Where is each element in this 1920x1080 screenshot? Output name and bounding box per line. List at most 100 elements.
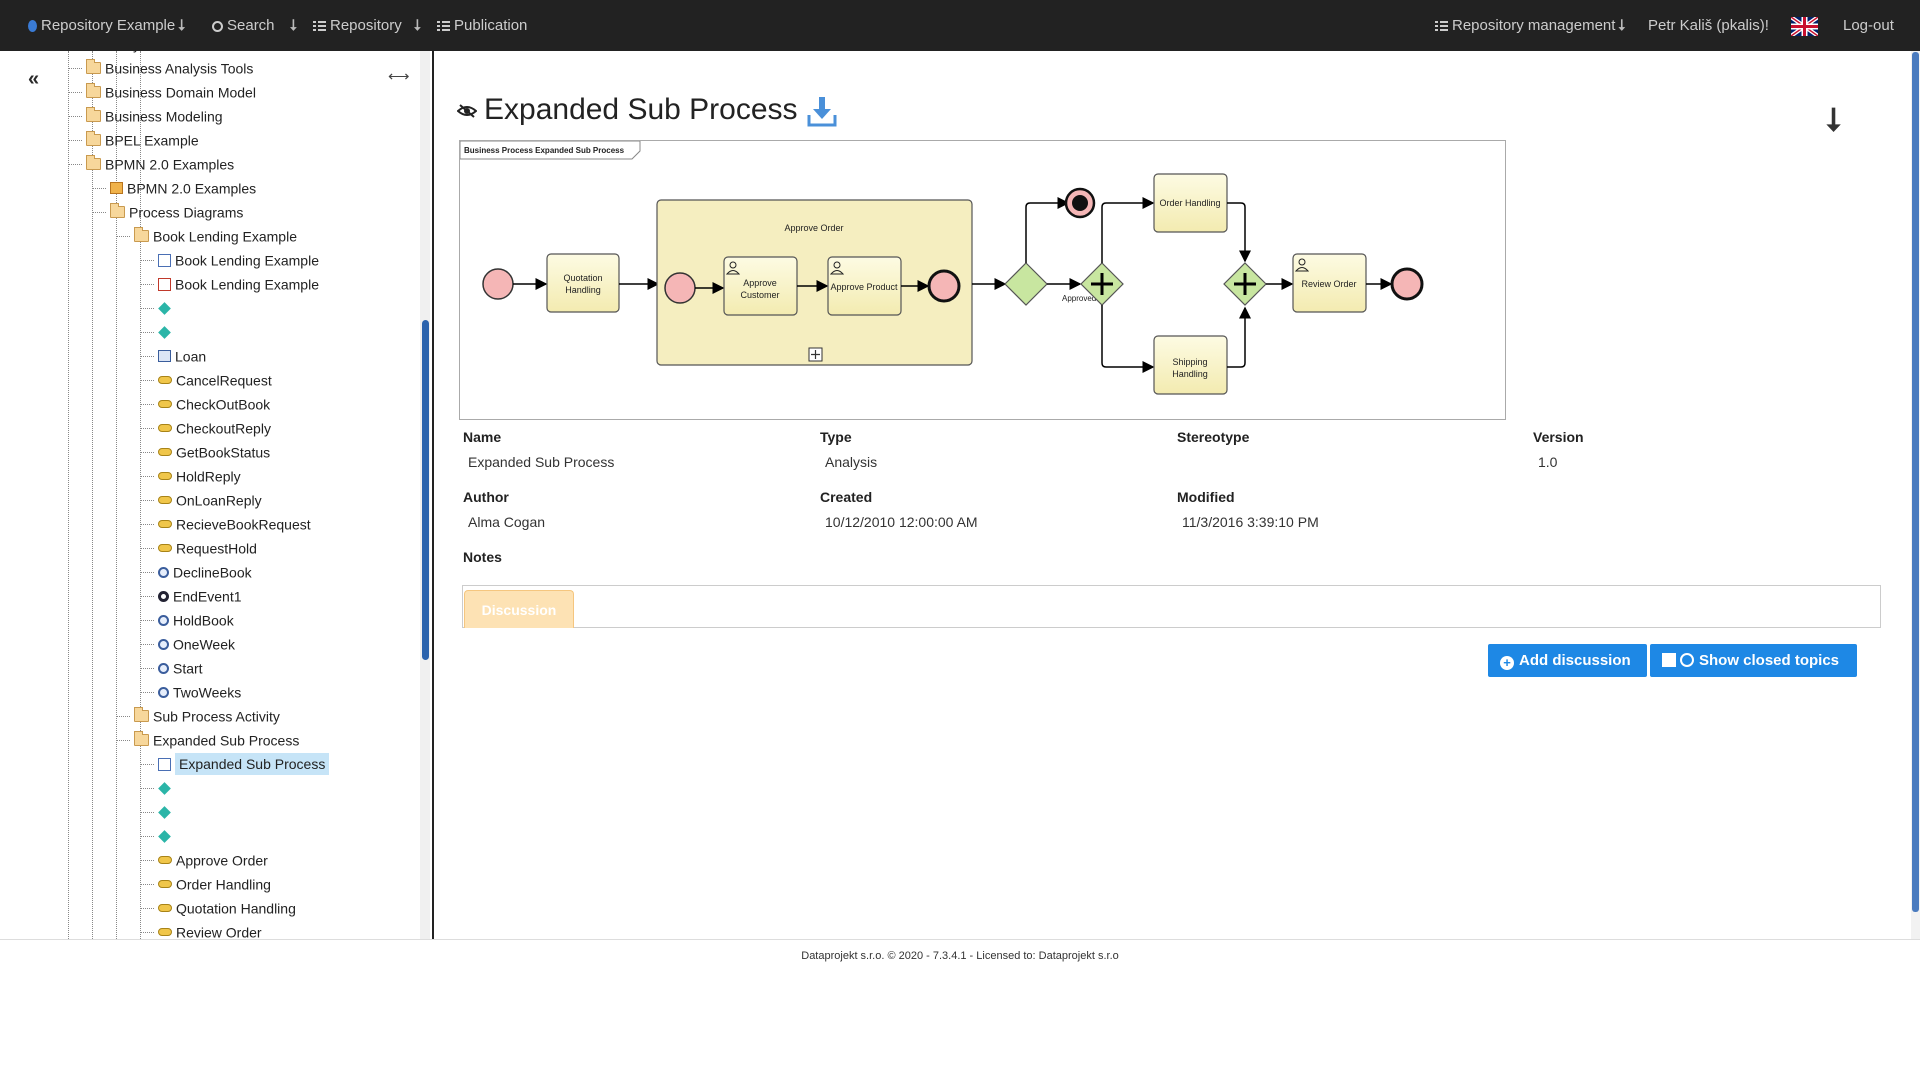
tree-connector xyxy=(116,235,130,237)
type-value: Analysis xyxy=(825,454,878,470)
tree-item[interactable]: Business Domain Model xyxy=(68,79,256,103)
page-scrollbar-thumb[interactable] xyxy=(1912,52,1919,912)
tree-item[interactable]: Process Diagrams xyxy=(92,199,243,223)
list-icon xyxy=(1435,20,1448,32)
tree-item[interactable] xyxy=(140,775,175,799)
tree-item[interactable] xyxy=(140,295,175,319)
tree-item[interactable]: GetBookStatus xyxy=(140,439,270,463)
search-icon xyxy=(212,20,223,32)
tree-item[interactable]: Quotation Handling xyxy=(140,895,296,919)
resize-handle-icon[interactable]: ⟷ xyxy=(388,67,410,85)
author-label: Author xyxy=(463,489,509,505)
tree-scrollbar-thumb[interactable] xyxy=(422,320,429,660)
sub-end-event-shape xyxy=(927,269,961,303)
tree-item[interactable]: Loan xyxy=(140,343,206,367)
folder-icon xyxy=(134,707,149,723)
add-discussion-button[interactable]: + Add discussion xyxy=(1488,644,1647,677)
folder-icon xyxy=(86,107,101,123)
tree-connector xyxy=(140,883,154,885)
down-arrow-icon[interactable]: ⭣ xyxy=(1826,101,1841,139)
publication-menu[interactable]: Publication xyxy=(437,0,527,51)
brand-label: Repository Example xyxy=(41,17,176,34)
tree-item[interactable]: Review Order xyxy=(140,919,262,939)
tree-guide-line xyxy=(68,51,69,939)
tree-item-label: Book Lending Example xyxy=(175,276,319,293)
tree-item[interactable]: OnLoanReply xyxy=(140,487,262,511)
tree-connector xyxy=(140,571,154,573)
folder-icon xyxy=(86,59,101,75)
package-icon xyxy=(110,182,123,195)
tree-item[interactable]: Book Lending Example xyxy=(116,223,297,247)
repository-caret[interactable]: ⭣ xyxy=(411,0,421,51)
logout-link[interactable]: Log-out xyxy=(1843,0,1894,51)
process-diagram[interactable]: Business Process Expanded Sub Process Qu… xyxy=(459,140,1506,420)
caret-icon: ⭣ xyxy=(178,17,186,34)
tree-item[interactable]: RequestHold xyxy=(140,535,257,559)
tree-item[interactable] xyxy=(140,319,175,343)
diamond-icon xyxy=(158,325,171,339)
tree-connector xyxy=(140,331,154,333)
repository-menu[interactable]: Repository xyxy=(313,0,402,51)
search-menu[interactable]: Search xyxy=(212,0,275,51)
show-closed-topics-button[interactable]: Show closed topics xyxy=(1650,644,1857,677)
tree-item[interactable]: CheckOutBook xyxy=(140,391,270,415)
tree-item[interactable]: CancelRequest xyxy=(140,367,272,391)
plus-circle-icon: + xyxy=(1500,656,1514,670)
tree-connector xyxy=(68,115,82,117)
tree-item[interactable]: Business Analysis Tools xyxy=(68,55,253,79)
tree-item[interactable]: Approve Order xyxy=(140,847,268,871)
tree-item[interactable] xyxy=(140,823,175,847)
tree-item[interactable]: OneWeek xyxy=(140,631,235,655)
exclusive-gateway xyxy=(1004,262,1048,306)
message-icon xyxy=(158,400,172,409)
page-title: Expanded Sub Process xyxy=(484,93,798,126)
repo-mgmt-label: Repository management xyxy=(1452,17,1616,34)
diamond-icon xyxy=(158,829,171,843)
tree-item-label: Book Lending Example xyxy=(153,228,297,245)
tree-item[interactable]: BPEL Example xyxy=(68,127,199,151)
tree-item[interactable]: BPMN 2.0 Examples xyxy=(92,175,256,199)
tree-item[interactable]: Book Lending Example xyxy=(140,247,319,271)
tab-discussion[interactable]: Discussion xyxy=(464,590,574,628)
tree-connector xyxy=(116,739,130,741)
tree-item[interactable]: Business Modeling xyxy=(68,103,223,127)
tree-item[interactable]: Book Lending Example xyxy=(140,271,319,295)
diagram-icon xyxy=(158,253,171,267)
repository-management-menu[interactable]: Repository management ⭣ xyxy=(1435,0,1625,51)
tree-item[interactable]: Expanded Sub Process xyxy=(140,751,330,776)
collapse-sidebar-button[interactable]: « xyxy=(28,68,39,91)
stereotype-label: Stereotype xyxy=(1177,429,1250,445)
tree-connector xyxy=(92,211,106,213)
checkbox-icon[interactable] xyxy=(1662,653,1676,667)
uk-flag-icon[interactable] xyxy=(1791,17,1818,36)
tree-connector xyxy=(140,691,154,693)
download-icon[interactable] xyxy=(807,95,837,127)
diamond-icon xyxy=(158,805,171,819)
tree-item[interactable]: BPMN 2.0 Examples xyxy=(68,151,234,175)
tree-item[interactable]: EndEvent1 xyxy=(140,583,242,607)
tree-item[interactable]: HoldReply xyxy=(140,463,241,487)
tree-item[interactable]: TwoWeeks xyxy=(140,679,241,703)
tree-item[interactable]: RecieveBookRequest xyxy=(140,511,311,535)
folder-icon xyxy=(110,203,125,219)
tree-item[interactable] xyxy=(140,799,175,823)
tree-item-label: HoldReply xyxy=(176,468,241,485)
tree-connector xyxy=(92,187,106,189)
drop-icon xyxy=(28,20,37,33)
tree-item[interactable]: HoldBook xyxy=(140,607,234,631)
tree-item[interactable]: Order Handling xyxy=(140,871,271,895)
tree-item-label: RecieveBookRequest xyxy=(176,516,311,533)
hidden-eye-icon[interactable] xyxy=(456,104,478,123)
tree-item[interactable]: DeclineBook xyxy=(140,559,252,583)
subprocess-title: Approve Order xyxy=(784,223,843,233)
tree-item[interactable]: CheckoutReply xyxy=(140,415,271,439)
event-icon xyxy=(158,686,169,698)
tree-item-label: Quotation Handling xyxy=(176,900,296,917)
user-menu[interactable]: Petr Kališ (pkalis)! xyxy=(1648,0,1769,51)
brand-menu[interactable]: Repository Example ⭣ xyxy=(28,0,185,51)
search-caret[interactable]: ⭣ xyxy=(287,0,297,51)
tree-item[interactable]: Sub Process Activity xyxy=(116,703,280,727)
message-icon xyxy=(158,856,172,865)
tree-item[interactable]: Expanded Sub Process xyxy=(116,727,299,751)
tree-item[interactable]: Start xyxy=(140,655,203,679)
